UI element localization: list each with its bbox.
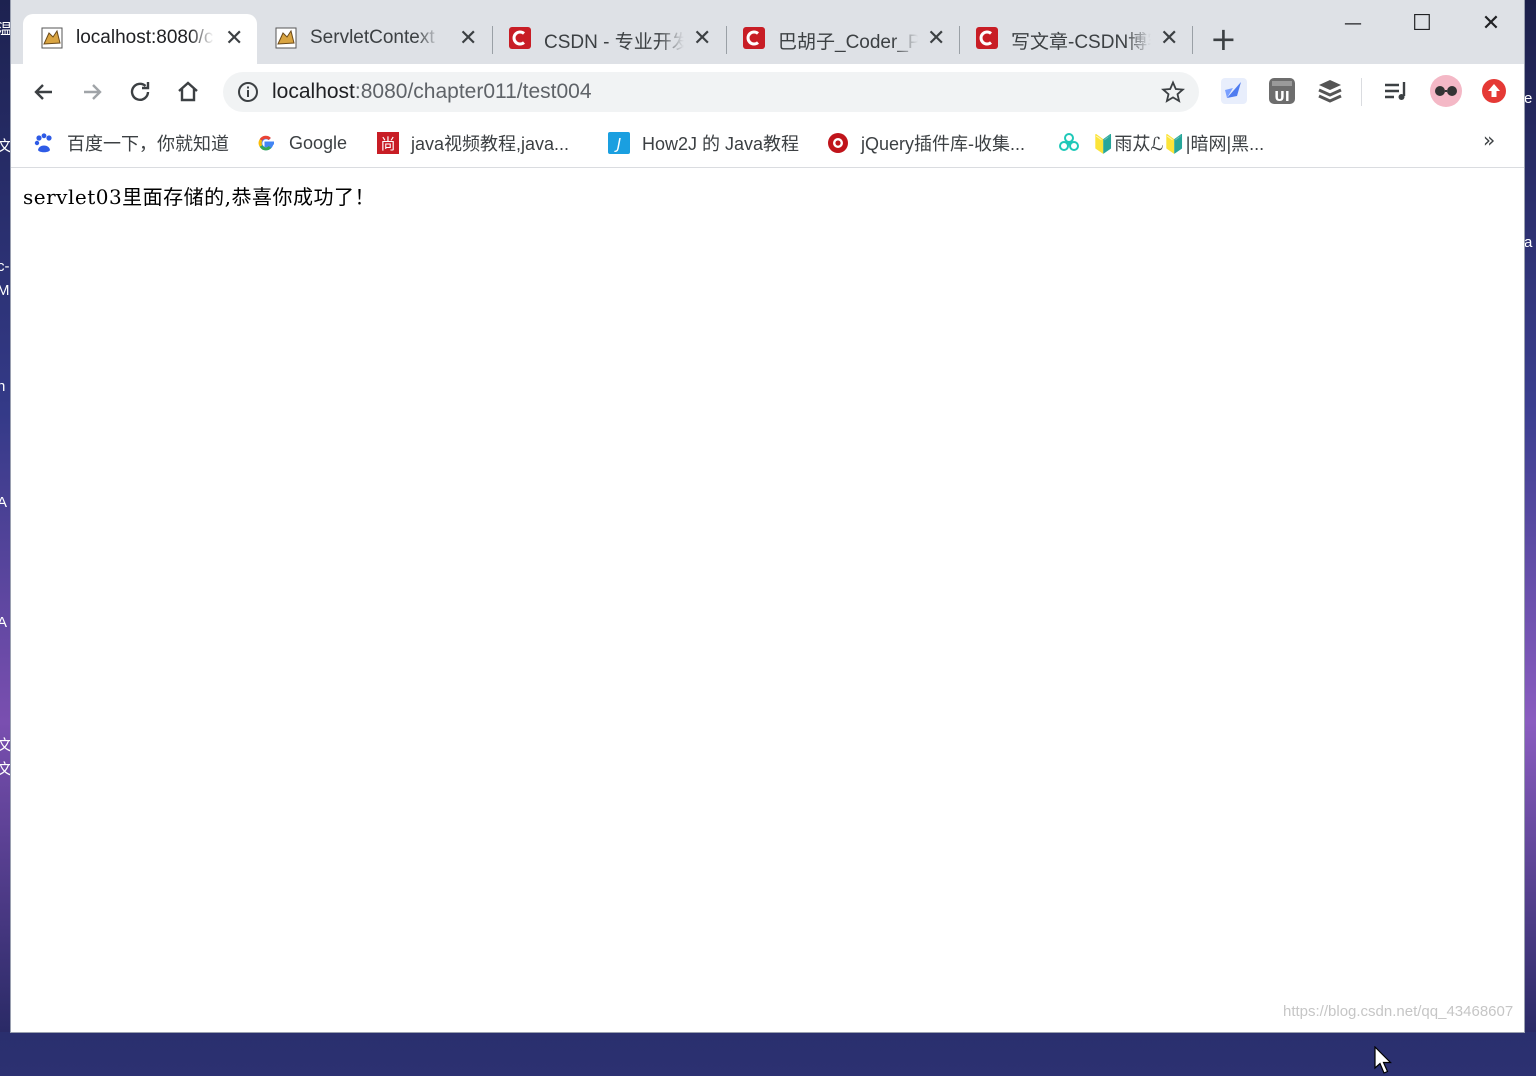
url-host: localhost (272, 80, 355, 103)
home-icon[interactable] (172, 76, 204, 108)
csdn-icon (976, 27, 998, 49)
google-g-icon (258, 135, 274, 151)
toolbar-separator (1361, 78, 1362, 106)
bookmark-label: 🔰雨苁ℒ🔰|暗网|黑... (1092, 134, 1265, 154)
layers-extension-icon[interactable] (1315, 76, 1345, 106)
address-bar[interactable]: localhost:8080/chapter011/test004 (223, 72, 1199, 112)
back-icon[interactable] (28, 76, 60, 108)
media-playlist-icon[interactable] (1381, 76, 1411, 106)
bookmark-yucong[interactable]: 🔰雨苁ℒ🔰|暗网|黑... (1058, 129, 1264, 157)
bookmark-how2j[interactable]: J How2J 的 Java教程 (608, 129, 799, 157)
forward-icon[interactable] (76, 76, 108, 108)
feather-extension-icon[interactable] (1219, 76, 1249, 106)
tab-title: 巴胡子_Coder_PI (778, 32, 918, 53)
tab-title: CSDN - 专业开发者社区 (544, 32, 684, 53)
bookmark-label: 百度一下，你就知道 (67, 134, 229, 154)
desktop-left-edge: 温文 c- MnA A文文 (0, 0, 11, 1032)
tomcat-icon (275, 27, 297, 49)
tab-title: localhost:8080/chapter011/test004 (76, 27, 214, 48)
bookmark-baidu[interactable]: 百度一下，你就知道 (33, 129, 229, 157)
tab-close-icon[interactable]: ✕ (459, 25, 477, 51)
svg-text:UI: UI (1274, 90, 1289, 105)
tab-title: 写文章-CSDN博客 (1011, 32, 1151, 53)
tab-separator (1192, 26, 1193, 54)
glasses-avatar-icon[interactable] (1429, 74, 1463, 108)
reload-icon[interactable] (124, 76, 156, 108)
upload-arrow-icon[interactable] (1479, 76, 1509, 106)
info-icon[interactable] (237, 81, 259, 103)
tab-title: ServletContext (310, 27, 435, 48)
biohazard-icon (1059, 133, 1079, 151)
minimize-button[interactable]: — (1330, 10, 1376, 38)
tab-servletcontext[interactable]: ServletContext ✕ (257, 14, 491, 64)
marmoset-ui-icon[interactable]: UI (1267, 76, 1297, 106)
how2j-icon: J (608, 132, 630, 154)
watermark-text: https://blog.csdn.net/qq_43468607 (1283, 1003, 1514, 1020)
bookmarks-overflow-button[interactable]: » (1483, 128, 1495, 152)
tomcat-icon (41, 27, 63, 49)
bookmark-label: Google (289, 132, 348, 153)
tab-bahuzi[interactable]: 巴胡子_Coder_PI ✕ (725, 14, 959, 64)
jquery-icon (828, 133, 848, 153)
navigation-toolbar: localhost:8080/chapter011/test004 UI (11, 64, 1524, 120)
tab-localhost[interactable]: localhost:8080/chapter011/test004 ✕ (23, 14, 257, 64)
tab-csdn[interactable]: CSDN - 专业开发者社区 ✕ (491, 14, 725, 64)
bookmark-star-icon[interactable] (1161, 80, 1185, 104)
bookmarks-bar: 百度一下，你就知道 Google 尚 java视频教程,java... J Ho (11, 120, 1524, 168)
tab-close-icon[interactable]: ✕ (927, 25, 945, 51)
mouse-cursor-icon (1374, 1046, 1392, 1074)
bookmark-label: jQuery插件库-收集... (861, 134, 1026, 154)
browser-window: localhost:8080/chapter011/test004 ✕ Serv… (11, 0, 1524, 1074)
csdn-icon (509, 27, 531, 49)
bookmark-label: How2J 的 Java教程 (642, 134, 800, 154)
baidu-paw-icon (34, 133, 52, 153)
desktop-right-edge: ea (1524, 0, 1536, 1032)
bookmark-label: java视频教程,java... (411, 134, 570, 154)
close-window-button[interactable]: ✕ (1468, 10, 1514, 38)
csdn-icon (743, 27, 765, 49)
url-text[interactable]: localhost:8080/chapter011/test004 (272, 80, 592, 104)
tab-close-icon[interactable]: ✕ (225, 25, 243, 51)
url-path: :8080/chapter011/test004 (354, 80, 592, 103)
new-tab-button[interactable]: + (1210, 22, 1237, 56)
bookmark-google[interactable]: Google (255, 129, 347, 157)
bookmark-java-video[interactable]: 尚 java视频教程,java... (377, 129, 569, 157)
tab-strip: localhost:8080/chapter011/test004 ✕ Serv… (11, 0, 1524, 64)
svg-text:尚: 尚 (380, 135, 395, 153)
bookmark-jquery[interactable]: jQuery插件库-收集... (827, 129, 1025, 157)
tab-close-icon[interactable]: ✕ (693, 25, 711, 51)
page-message: servlet03里面存储的,恭喜你成功了！ (23, 185, 376, 209)
tab-write-article[interactable]: 写文章-CSDN博客 ✕ (958, 14, 1192, 64)
page-content: servlet03里面存储的,恭喜你成功了！ (11, 168, 1524, 1074)
shang-icon: 尚 (377, 132, 399, 154)
maximize-button[interactable]: ☐ (1399, 10, 1445, 38)
tab-close-icon[interactable]: ✕ (1160, 25, 1178, 51)
